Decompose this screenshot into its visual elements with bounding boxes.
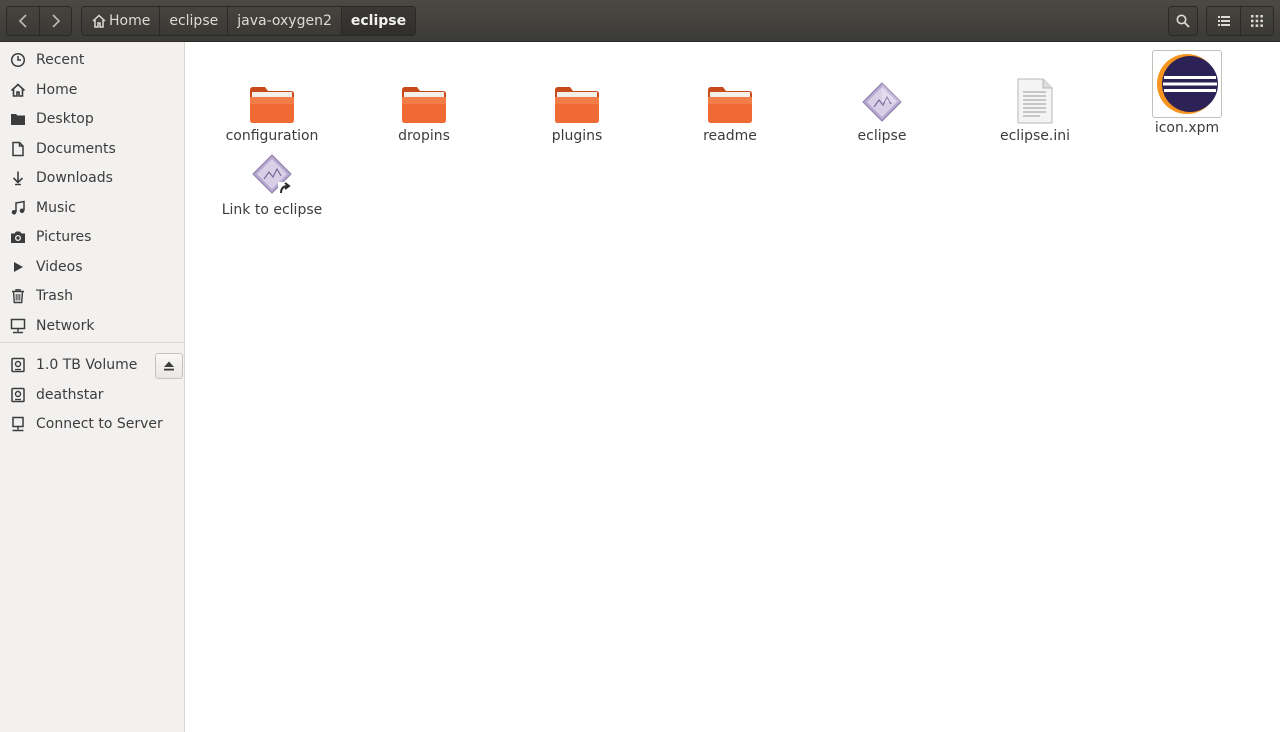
forward-button[interactable] — [39, 7, 71, 35]
sidebar-item-videos[interactable]: Videos — [0, 253, 184, 281]
sidebar-item-connect-to-server[interactable]: Connect to Server — [0, 410, 184, 438]
sidebar-item-label: Videos — [36, 259, 83, 275]
sidebar-item-network[interactable]: Network — [0, 312, 184, 340]
eclipse-logo-icon — [1157, 54, 1218, 114]
eject-icon — [164, 361, 174, 371]
sidebar-item-music[interactable]: Music — [0, 194, 184, 222]
file-item-configuration[interactable]: configuration — [217, 72, 327, 144]
breadcrumb-label: java-oxygen2 — [237, 13, 332, 29]
list-view-icon — [1217, 16, 1230, 26]
sidebar: Recent Home Desktop Documents Downloads … — [0, 42, 185, 732]
sidebar-item-documents[interactable]: Documents — [0, 135, 184, 163]
camera-icon — [10, 229, 26, 245]
executable-icon — [850, 72, 914, 124]
server-icon — [10, 416, 26, 432]
file-name: readme — [703, 128, 757, 144]
file-name: icon.xpm — [1154, 120, 1220, 136]
sidebar-item-label: Downloads — [36, 170, 113, 186]
sidebar-item-label: Music — [36, 200, 76, 216]
breadcrumb-label: eclipse — [169, 13, 219, 29]
folder-icon — [392, 72, 456, 124]
grid-view-icon — [1251, 15, 1263, 27]
file-item-readme[interactable]: readme — [675, 72, 785, 144]
file-item-eclipse-ini[interactable]: eclipse.ini — [980, 72, 1090, 144]
header-bar: Home eclipse java-oxygen2 eclipse — [0, 0, 1280, 42]
back-button[interactable] — [7, 7, 39, 35]
file-name: eclipse.ini — [1000, 128, 1070, 144]
text-file-icon — [1003, 72, 1067, 124]
eject-button[interactable] — [155, 353, 183, 379]
folder-icon — [698, 72, 762, 124]
list-view-button[interactable] — [1207, 7, 1240, 35]
sidebar-item-label: Trash — [36, 288, 73, 304]
folder-icon — [240, 72, 304, 124]
breadcrumb-home[interactable]: Home — [82, 7, 159, 35]
file-item-dropins[interactable]: dropins — [369, 72, 479, 144]
network-icon — [10, 318, 26, 334]
sidebar-item-label: 1.0 TB Volume — [36, 357, 138, 373]
drive-icon — [10, 387, 26, 403]
file-name: dropins — [398, 128, 450, 144]
music-icon — [10, 200, 26, 216]
breadcrumb-java-oxygen2[interactable]: java-oxygen2 — [227, 7, 341, 35]
breadcrumb-eclipse[interactable]: eclipse — [159, 7, 227, 35]
symlink-executable-icon — [240, 146, 304, 198]
sidebar-item-1tb-volume[interactable]: 1.0 TB Volume — [0, 351, 150, 379]
file-name: configuration — [225, 128, 319, 144]
sidebar-item-downloads[interactable]: Downloads — [0, 164, 184, 192]
sidebar-item-label: Connect to Server — [36, 416, 163, 432]
folder-icon — [545, 72, 609, 124]
drive-icon — [10, 357, 26, 373]
file-name: Link to eclipse — [221, 202, 323, 218]
sidebar-item-desktop[interactable]: Desktop — [0, 105, 184, 133]
sidebar-item-trash[interactable]: Trash — [0, 282, 184, 310]
desktop-folder-icon — [10, 111, 26, 127]
sidebar-item-label: Recent — [36, 52, 85, 68]
view-switcher — [1206, 6, 1274, 36]
sidebar-item-pictures[interactable]: Pictures — [0, 223, 184, 251]
breadcrumb-current[interactable]: eclipse — [340, 7, 416, 35]
document-icon — [10, 141, 26, 157]
breadcrumb: Home eclipse java-oxygen2 eclipse — [81, 6, 417, 36]
download-icon — [10, 170, 26, 186]
file-name: eclipse — [857, 128, 907, 144]
home-icon — [10, 82, 26, 98]
sidebar-item-deathstar[interactable]: deathstar — [0, 381, 184, 409]
sidebar-item-label: deathstar — [36, 387, 104, 403]
chevron-left-icon — [18, 14, 27, 28]
home-icon — [92, 14, 106, 28]
breadcrumb-label: Home — [109, 13, 151, 29]
search-icon — [1176, 14, 1190, 28]
file-item-icon-xpm[interactable]: icon.xpm — [1132, 50, 1242, 146]
thumbnail-frame — [1152, 50, 1222, 118]
file-item-eclipse[interactable]: eclipse — [827, 72, 937, 144]
clock-icon — [10, 52, 26, 68]
file-name: plugins — [551, 128, 603, 144]
chevron-right-icon — [51, 14, 60, 28]
sidebar-item-recent[interactable]: Recent — [0, 46, 184, 74]
video-icon — [10, 259, 26, 275]
sidebar-item-home[interactable]: Home — [0, 76, 184, 104]
grid-view-button[interactable] — [1240, 7, 1273, 35]
search-button[interactable] — [1168, 6, 1198, 36]
sidebar-item-label: Desktop — [36, 111, 94, 127]
sidebar-item-label: Network — [36, 318, 95, 334]
file-item-plugins[interactable]: plugins — [522, 72, 632, 144]
trash-icon — [10, 288, 26, 304]
sidebar-item-label: Pictures — [36, 229, 92, 245]
sidebar-item-label: Documents — [36, 141, 116, 157]
file-view: configuration dropins plugins readme ecl… — [185, 42, 1280, 732]
navigation-buttons — [6, 6, 72, 36]
sidebar-divider — [0, 342, 184, 343]
sidebar-item-label: Home — [36, 82, 78, 98]
file-item-link-to-eclipse[interactable]: Link to eclipse — [217, 146, 327, 218]
breadcrumb-label: eclipse — [350, 13, 407, 29]
